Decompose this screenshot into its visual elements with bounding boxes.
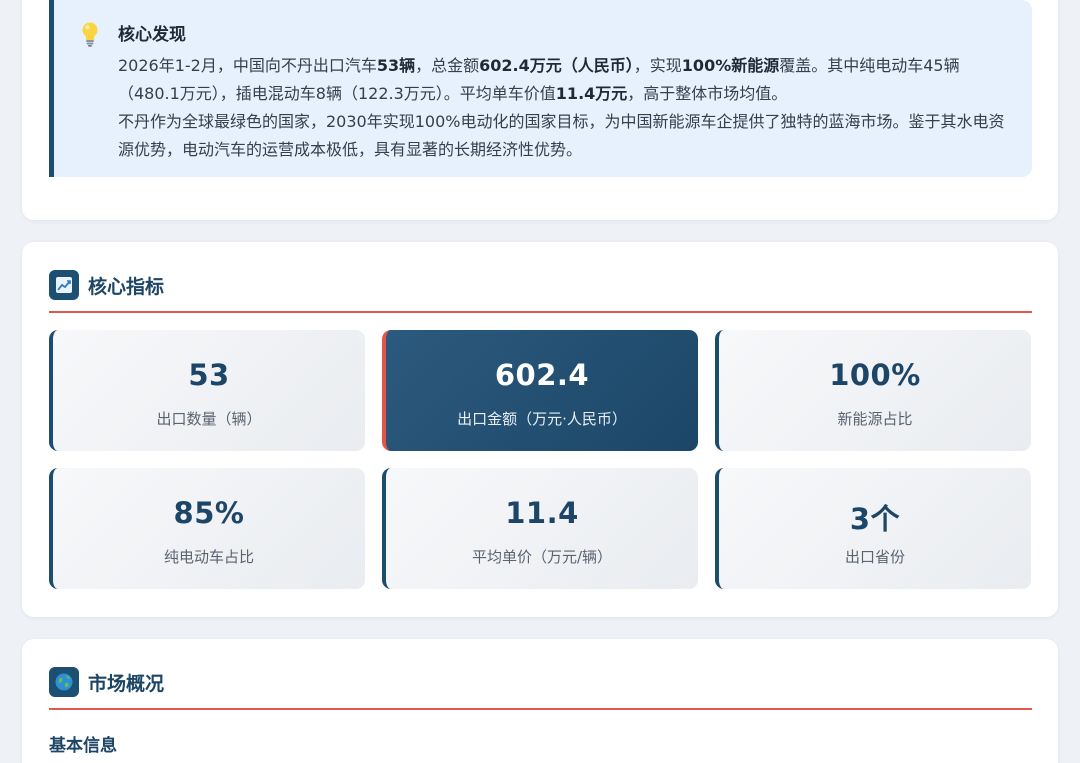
- findings-card: 核心发现 2026年1-2月，中国向不丹出口汽车53辆，总金额602.4万元（人…: [22, 0, 1058, 220]
- basic-info-heading: 基本信息: [49, 736, 117, 756]
- metric-value: 53: [188, 358, 230, 392]
- market-section-title: 市场概况: [88, 673, 165, 695]
- findings-title: 核心发现: [118, 25, 186, 45]
- findings-body: 2026年1-2月，中国向不丹出口汽车53辆，总金额602.4万元（人民币），实…: [118, 52, 1018, 164]
- metric-tile-export-amount: 602.4 出口金额（万元·人民币）: [382, 330, 698, 451]
- metric-value: 3个: [849, 502, 901, 536]
- metric-tile-avg-price: 11.4 平均单价（万元/辆）: [382, 468, 698, 589]
- metric-value: 85%: [173, 496, 245, 530]
- metric-tile-bev-share: 85% 纯电动车占比: [49, 468, 365, 589]
- metric-label: 平均单价（万元/辆）: [471, 548, 613, 566]
- metric-tile-export-quantity: 53 出口数量（辆）: [49, 330, 365, 451]
- metric-label: 纯电动车占比: [163, 548, 254, 566]
- findings-paragraph-1: 2026年1-2月，中国向不丹出口汽车53辆，总金额602.4万元（人民币），实…: [118, 56, 960, 103]
- metrics-card: 核心指标 53 出口数量（辆） 602.4 出口金额（万元·人民币） 100% …: [22, 242, 1058, 617]
- metric-label: 出口金额（万元·人民币）: [457, 410, 627, 428]
- metric-label: 新能源占比: [837, 410, 913, 428]
- metric-value: 11.4: [505, 496, 579, 530]
- metric-label: 出口省份: [844, 548, 905, 566]
- key-findings-callout: 核心发现 2026年1-2月，中国向不丹出口汽车53辆，总金额602.4万元（人…: [49, 0, 1032, 177]
- metric-value: 100%: [829, 358, 921, 392]
- lightbulb-icon: [82, 22, 98, 47]
- metrics-section-divider: [49, 311, 1032, 313]
- line-chart-icon: [49, 270, 79, 300]
- metrics-section-title: 核心指标: [88, 276, 165, 298]
- market-card: 市场概况 基本信息: [22, 639, 1058, 763]
- metric-tile-export-provinces: 3个 出口省份: [715, 468, 1031, 589]
- market-section-divider: [49, 708, 1032, 710]
- metric-tile-nev-share: 100% 新能源占比: [715, 330, 1031, 451]
- globe-icon: [49, 667, 79, 697]
- metric-label: 出口数量（辆）: [156, 410, 262, 428]
- report-page: 核心发现 2026年1-2月，中国向不丹出口汽车53辆，总金额602.4万元（人…: [0, 0, 1080, 763]
- metric-value: 602.4: [494, 358, 590, 392]
- findings-paragraph-2: 不丹作为全球最绿色的国家，2030年实现100%电动化的国家目标，为中国新能源车…: [118, 112, 1005, 159]
